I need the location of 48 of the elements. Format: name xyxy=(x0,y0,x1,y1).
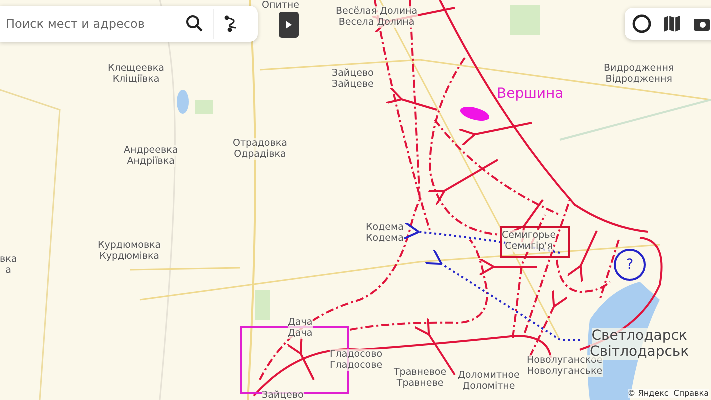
place-name-local: Кліщіївка xyxy=(112,74,160,85)
place-name: вка xyxy=(0,254,18,265)
place-name-local: Зайцеве xyxy=(332,79,374,90)
place-name-local: Одрадівка xyxy=(234,149,286,160)
place-name: Зайцево xyxy=(332,68,374,79)
dashed-arrow xyxy=(529,290,568,358)
play-icon xyxy=(286,21,292,29)
place-name-local: Весела Долина xyxy=(338,17,415,28)
help-link[interactable]: Справка xyxy=(674,389,709,398)
place-name-local: Кодема xyxy=(366,233,404,244)
expand-panel-button[interactable] xyxy=(279,12,299,38)
attack-arrow xyxy=(428,159,498,206)
place-name: Светлодарск xyxy=(592,328,688,344)
place-name: Весёлая Долина xyxy=(336,6,418,17)
place-name: Андреевка xyxy=(124,145,178,156)
place-name-local: Доломітне xyxy=(462,381,516,392)
place-name: Курдюмовка xyxy=(98,240,162,251)
attack-arrow xyxy=(385,86,438,111)
place-name: Травневое xyxy=(394,367,447,378)
place-name-local: Курдюмівка xyxy=(100,251,160,262)
place-name-local: Травневе xyxy=(396,378,444,389)
annotation-label: Вершина xyxy=(497,86,564,102)
place-name-local: а xyxy=(6,265,12,276)
place-name: Кодема xyxy=(366,222,404,233)
attack-arrow xyxy=(566,230,598,284)
attack-arrow xyxy=(286,336,315,380)
question-marker: ? xyxy=(614,249,646,281)
place-name-local: Дача xyxy=(288,328,313,339)
area-marker xyxy=(460,107,490,121)
place-name: Видродження xyxy=(604,63,674,74)
place-name: Дача xyxy=(288,317,313,328)
place-name: Клещеевка xyxy=(108,63,164,74)
place-name-local: Новолуганське xyxy=(527,366,603,377)
place-name: Зайцево xyxy=(262,390,304,400)
place-name: Отрадовка xyxy=(233,138,288,149)
place-name-local: Гладосове xyxy=(330,360,383,371)
place-name: Доломитное xyxy=(458,370,520,381)
place-name: Гладосово xyxy=(330,349,383,360)
place-name-local: Андріївка xyxy=(127,156,175,167)
search-bar[interactable]: Поиск мест и адресов xyxy=(0,6,258,42)
place-name: Семигорье xyxy=(502,230,556,241)
copyright-text: © Яндекс xyxy=(628,389,669,398)
search-field[interactable]: Поиск мест и адресов xyxy=(0,16,177,32)
highlight-frame xyxy=(500,226,570,258)
place-name-local: Відродження xyxy=(606,74,672,85)
attack-arrow xyxy=(479,258,537,276)
place-name: Опитне xyxy=(262,0,300,11)
place-name-local: Семигір'я xyxy=(505,241,553,252)
